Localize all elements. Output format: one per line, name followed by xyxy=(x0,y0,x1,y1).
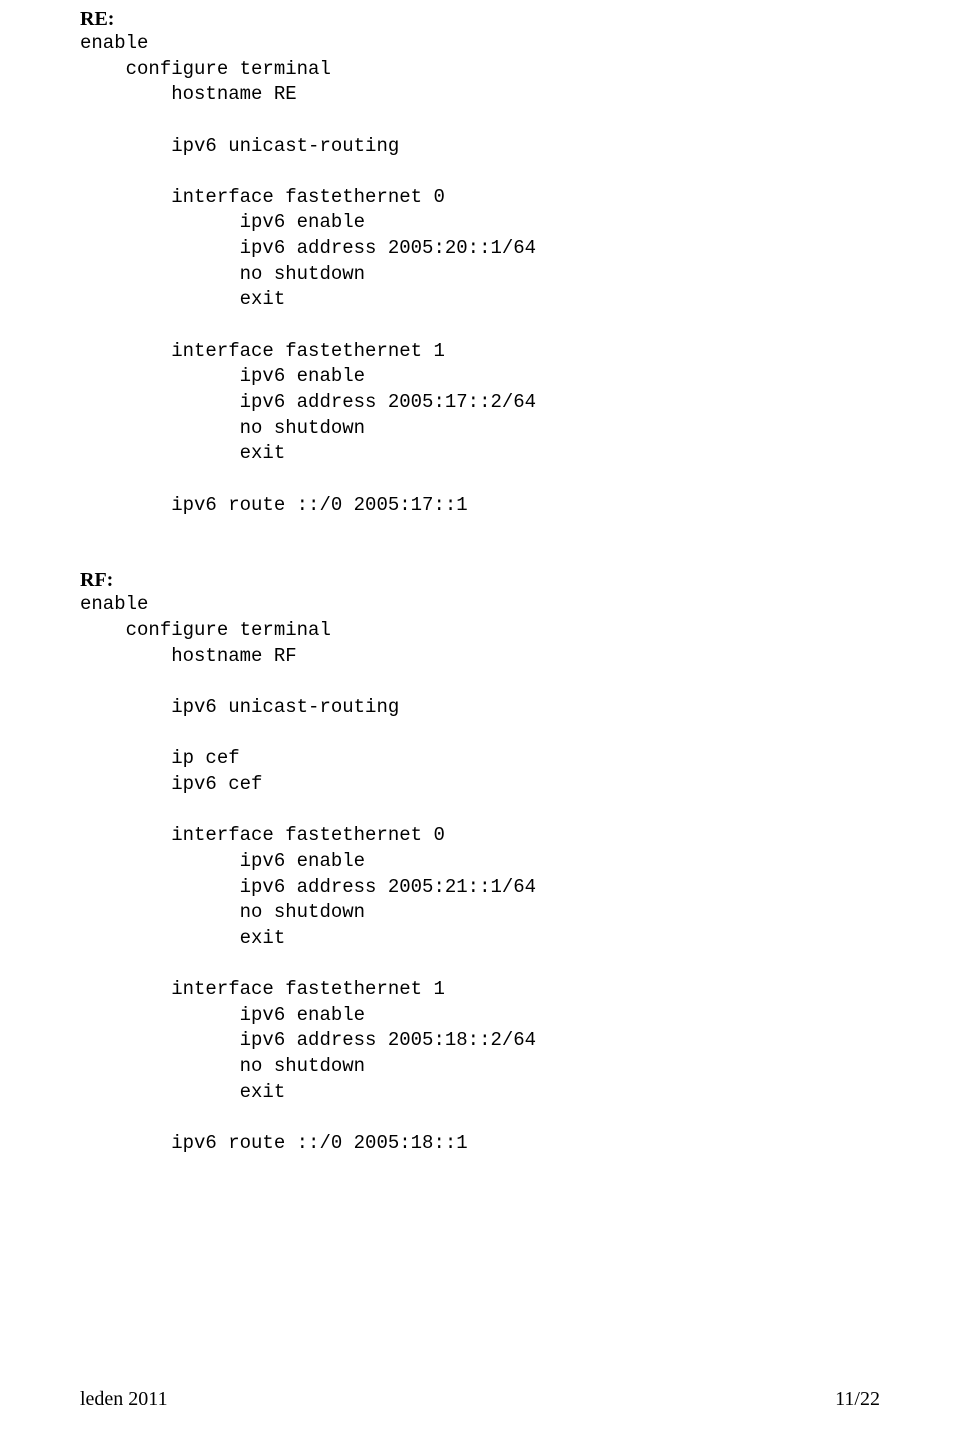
blank-line xyxy=(80,544,880,570)
re-unicast: ipv6 unicast-routing xyxy=(80,134,880,160)
re-if0-header: interface fastethernet 0 xyxy=(80,185,880,211)
footer-page: 11/22 xyxy=(835,1388,880,1411)
re-if1-shutdown: no shutdown xyxy=(80,416,880,442)
rf-if0-enable: ipv6 enable xyxy=(80,849,880,875)
rf-route: ipv6 route ::/0 2005:18::1 xyxy=(80,1131,880,1157)
re-if0-addr: ipv6 address 2005:20::1/64 xyxy=(80,236,880,262)
blank-line xyxy=(80,467,880,493)
rf-if1-header: interface fastethernet 1 xyxy=(80,977,880,1003)
re-route: ipv6 route ::/0 2005:17::1 xyxy=(80,493,880,519)
footer: leden 2011 11/22 xyxy=(80,1388,880,1411)
footer-date: leden 2011 xyxy=(80,1388,168,1411)
blank-line xyxy=(80,798,880,824)
blank-line xyxy=(80,669,880,695)
rf-hostname: hostname RF xyxy=(80,644,880,670)
rf-config-terminal: configure terminal xyxy=(80,618,880,644)
section-rf: RF: enable configure terminal hostname R… xyxy=(80,569,880,1156)
rf-if1-addr: ipv6 address 2005:18::2/64 xyxy=(80,1028,880,1054)
rf-if0-addr: ipv6 address 2005:21::1/64 xyxy=(80,875,880,901)
rf-if1-exit: exit xyxy=(80,1080,880,1106)
blank-line xyxy=(80,518,880,544)
re-hostname: hostname RE xyxy=(80,82,880,108)
re-if1-enable: ipv6 enable xyxy=(80,364,880,390)
re-if0-exit: exit xyxy=(80,287,880,313)
blank-line xyxy=(80,313,880,339)
rf-if1-shutdown: no shutdown xyxy=(80,1054,880,1080)
blank-line xyxy=(80,1105,880,1131)
re-if0-enable: ipv6 enable xyxy=(80,210,880,236)
re-enable: enable xyxy=(80,31,880,57)
re-label: RE: xyxy=(80,8,114,30)
blank-line xyxy=(80,108,880,134)
rf-enable: enable xyxy=(80,592,880,618)
rf-ipcef: ip cef xyxy=(80,746,880,772)
blank-line xyxy=(80,159,880,185)
rf-if0-exit: exit xyxy=(80,926,880,952)
re-if1-exit: exit xyxy=(80,441,880,467)
rf-if0-shutdown: no shutdown xyxy=(80,900,880,926)
rf-ipv6cef: ipv6 cef xyxy=(80,772,880,798)
rf-if1-enable: ipv6 enable xyxy=(80,1003,880,1029)
rf-unicast: ipv6 unicast-routing xyxy=(80,695,880,721)
blank-line xyxy=(80,721,880,747)
re-if0-shutdown: no shutdown xyxy=(80,262,880,288)
re-if1-header: interface fastethernet 1 xyxy=(80,339,880,365)
re-if1-addr: ipv6 address 2005:17::2/64 xyxy=(80,390,880,416)
rf-if0-header: interface fastethernet 0 xyxy=(80,823,880,849)
rf-label: RF: xyxy=(80,569,113,591)
re-config-terminal: configure terminal xyxy=(80,57,880,83)
section-re: RE: enable configure terminal hostname R… xyxy=(80,8,880,518)
blank-line xyxy=(80,951,880,977)
